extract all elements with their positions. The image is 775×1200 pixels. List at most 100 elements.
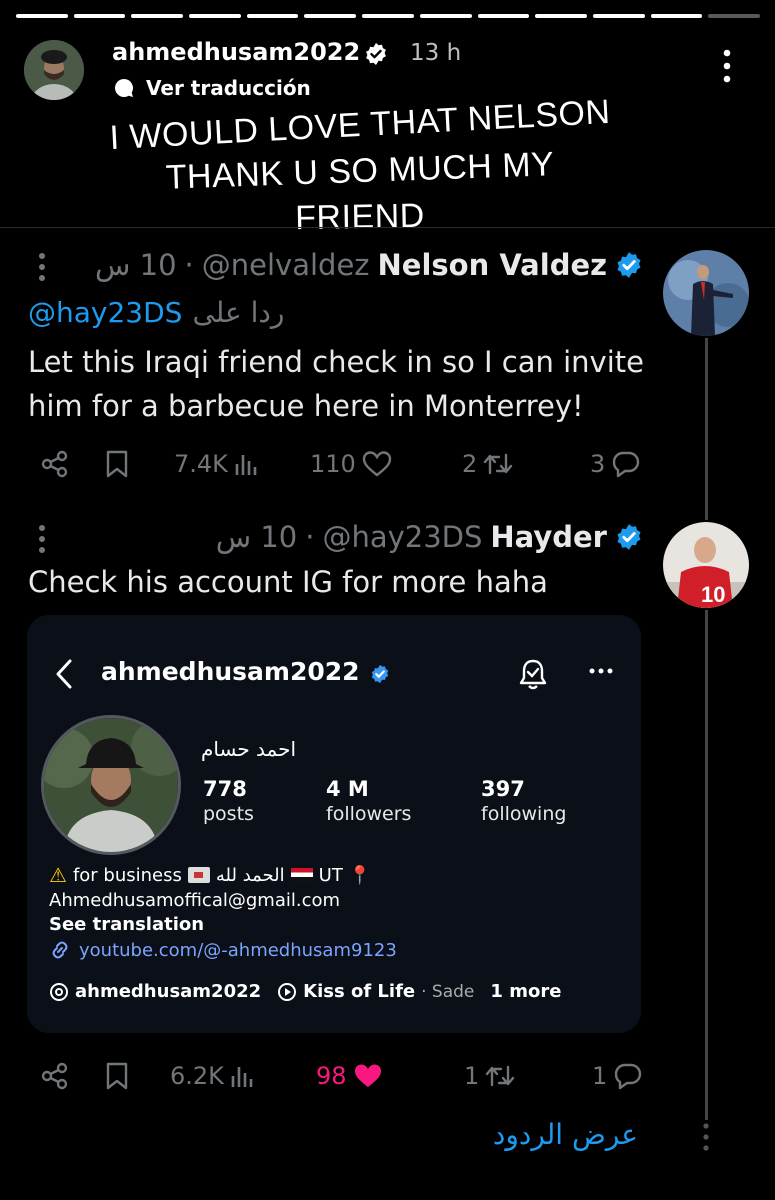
back-chevron-icon bbox=[56, 659, 72, 689]
like-button[interactable]: 98 bbox=[316, 1062, 383, 1090]
ig-link: youtube.com/@-ahmedhusam9123 bbox=[49, 939, 397, 961]
views-button[interactable]: 7.4K bbox=[174, 450, 260, 478]
progress-segment bbox=[304, 14, 357, 18]
comment-icon bbox=[615, 1063, 642, 1090]
reply-button[interactable]: 3 bbox=[590, 450, 641, 478]
repost-button[interactable]: 1 bbox=[464, 1062, 515, 1090]
tweet-actions: 7.4K 110 2 3 bbox=[40, 446, 650, 482]
repost-button[interactable]: 2 bbox=[462, 450, 513, 478]
progress-segment bbox=[246, 14, 299, 18]
ig-posts-label: posts bbox=[203, 803, 254, 825]
heart-filled-icon bbox=[354, 1064, 381, 1087]
heart-icon bbox=[362, 451, 392, 477]
thread-more-icon bbox=[703, 1123, 709, 1151]
ig-profile-picture bbox=[41, 715, 181, 855]
dot-separator: · bbox=[305, 520, 315, 554]
more-icon[interactable] bbox=[38, 252, 46, 282]
progress-segment bbox=[362, 14, 414, 18]
show-replies-link[interactable]: عرض الردود bbox=[493, 1118, 638, 1151]
bookmark-button[interactable] bbox=[104, 449, 130, 479]
analytics-icon bbox=[235, 455, 257, 475]
bookmark-icon bbox=[106, 1062, 128, 1090]
repost-icon bbox=[486, 1065, 515, 1087]
story-progress-bar bbox=[16, 14, 760, 18]
thread-line bbox=[705, 610, 708, 1120]
tweet-text: Let this Iraqi friend check in so I can … bbox=[28, 340, 644, 428]
ig-more-link: 1 more bbox=[490, 981, 562, 1002]
like-count: 98 bbox=[316, 1062, 347, 1090]
ig-music-title: Kiss of Life bbox=[303, 981, 416, 1002]
ig-threads-row: ahmedhusam2022 Kiss of Life · Sade 1 mor… bbox=[49, 981, 561, 1002]
bio-arabic: الحمد لله bbox=[215, 864, 285, 886]
ig-email: Ahmedhusamoffical@gmail.com bbox=[49, 890, 341, 911]
ig-posts-count: 778 bbox=[203, 777, 247, 801]
verified-badge-icon bbox=[617, 252, 641, 278]
caption-line: FRIEND bbox=[294, 196, 426, 238]
bookmark-icon bbox=[106, 450, 128, 478]
tweet-text-line: him for a barbecue here in Monterrey! bbox=[28, 389, 584, 423]
progress-segment bbox=[477, 14, 530, 18]
bio-text: for business bbox=[72, 864, 182, 886]
envelope-icon bbox=[187, 867, 210, 883]
embedded-image[interactable]: ahmedhusam2022 احمد حسام 778 posts 4 M f… bbox=[27, 615, 641, 1033]
ig-following-count: 397 bbox=[481, 777, 525, 801]
ig-more-icon bbox=[589, 668, 613, 674]
speech-bubble-icon bbox=[115, 79, 133, 97]
tweet-header: 10 س · @nelvaldez Nelson Valdez bbox=[95, 248, 643, 282]
reply-count: 3 bbox=[590, 450, 606, 478]
more-icon[interactable] bbox=[38, 524, 46, 554]
ig-followers-count: 4 M bbox=[326, 777, 369, 801]
views-button[interactable]: 6.2K bbox=[170, 1062, 256, 1090]
analytics-icon bbox=[231, 1067, 253, 1087]
reply-prefix: ردا على bbox=[192, 296, 285, 329]
share-icon bbox=[41, 1062, 68, 1090]
tweet-handle[interactable]: @nelvaldez bbox=[202, 248, 370, 282]
link-icon bbox=[52, 941, 68, 959]
nelson-avatar[interactable] bbox=[663, 250, 749, 336]
reply-mention[interactable]: @hay23DS bbox=[28, 296, 182, 329]
tweet-author-name[interactable]: Hayder bbox=[490, 520, 607, 554]
story-caption: I WOULD LOVE THAT NELSON THANK U SO MUCH… bbox=[100, 93, 620, 240]
more-options-icon[interactable] bbox=[720, 48, 734, 84]
threads-icon bbox=[50, 982, 68, 1001]
tweet-time: 10 س bbox=[95, 248, 177, 282]
bookmark-button[interactable] bbox=[104, 1061, 130, 1091]
ig-followers-label: followers bbox=[326, 803, 412, 825]
pin-icon: 📍 bbox=[348, 864, 372, 886]
progress-segment bbox=[708, 14, 760, 18]
share-button[interactable] bbox=[40, 1061, 70, 1091]
ig-threads-handle: ahmedhusam2022 bbox=[75, 981, 262, 1002]
reply-button[interactable]: 1 bbox=[592, 1062, 643, 1090]
tweet-author-name[interactable]: Nelson Valdez bbox=[378, 248, 607, 282]
ig-following-label: following bbox=[481, 803, 567, 825]
reply-count: 1 bbox=[592, 1062, 608, 1090]
ig-display-name: احمد حسام bbox=[201, 737, 297, 761]
like-button[interactable]: 110 bbox=[310, 450, 392, 478]
hayder-avatar[interactable]: 10 bbox=[663, 522, 749, 608]
progress-segment bbox=[535, 14, 587, 18]
ig-username: ahmedhusam2022 bbox=[101, 657, 360, 686]
share-button[interactable] bbox=[40, 449, 70, 479]
story-avatar[interactable] bbox=[24, 40, 84, 100]
tweet-header: 10 س · @hay23DS Hayder bbox=[216, 520, 643, 554]
ig-bio-line: ⚠ for business الحمد لله UT 📍 bbox=[49, 863, 371, 887]
translate-button[interactable]: Ver traducción bbox=[112, 76, 311, 100]
comment-icon bbox=[613, 451, 640, 478]
like-count: 110 bbox=[310, 450, 356, 478]
progress-segment bbox=[16, 14, 68, 18]
repost-count: 2 bbox=[462, 450, 478, 478]
progress-segment bbox=[131, 14, 184, 18]
dot-separator: · bbox=[184, 248, 194, 282]
notification-bell-icon bbox=[519, 659, 547, 690]
ig-link-text: youtube.com/@-ahmedhusam9123 bbox=[79, 939, 397, 961]
ig-see-translation: See translation bbox=[49, 914, 205, 935]
thread-line bbox=[705, 338, 708, 520]
share-icon bbox=[41, 450, 68, 478]
verified-badge-icon bbox=[366, 43, 386, 65]
story-username[interactable]: ahmedhusam2022 bbox=[112, 38, 360, 66]
tweet-text-line: Let this Iraqi friend check in so I can … bbox=[28, 345, 644, 379]
tweet-handle[interactable]: @hay23DS bbox=[322, 520, 482, 554]
tweet-time: 10 س bbox=[215, 520, 298, 554]
repost-count: 1 bbox=[464, 1062, 480, 1090]
translate-label: Ver traducción bbox=[146, 76, 311, 100]
